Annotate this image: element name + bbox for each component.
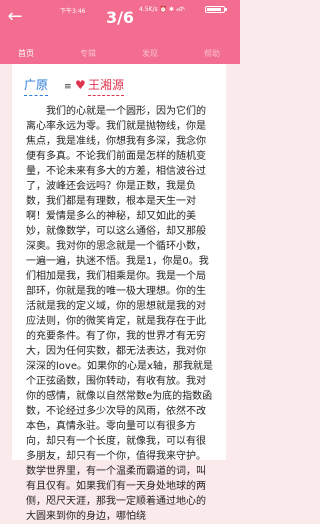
- name-b: 王湘源: [88, 78, 125, 96]
- letter-body: 我们的心就是一个圆形，因为它们的离心率永远为零。我们就是抛物线，你是焦点，我是准…: [26, 106, 213, 522]
- heart-icon: ♥: [75, 78, 86, 92]
- letter-card: 广原 ≡ ♥ 王湘源 我们的心就是一个圆形，因为它们的离心率永远为零。我们就是抛…: [12, 64, 226, 522]
- name-a: 广原: [24, 78, 49, 96]
- tab-help[interactable]: 帮助: [192, 48, 232, 59]
- tab-bar: 首页 专辑 发现 帮助: [0, 44, 240, 64]
- equal-icon: ≡: [64, 82, 72, 92]
- app-header: 下午3:46 4.5K/s ⏰ ✱ ₄₆ⅈ ◠ ← 3/6 首页 专辑 发现 帮…: [0, 0, 240, 64]
- page-indicator: 3/6: [105, 8, 135, 27]
- tab-album[interactable]: 专辑: [68, 48, 108, 59]
- tab-home[interactable]: 首页: [6, 48, 46, 59]
- tab-discover[interactable]: 发现: [130, 48, 170, 59]
- letter-title: 广原 ≡ ♥ 王湘源: [24, 76, 214, 96]
